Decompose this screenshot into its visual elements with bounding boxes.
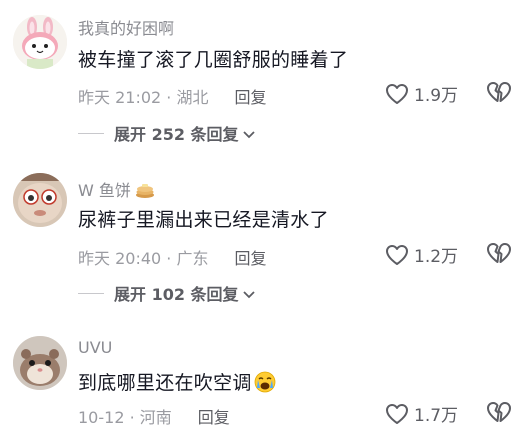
- divider-line: [78, 132, 104, 134]
- user-avatar[interactable]: [13, 336, 67, 390]
- comment-username[interactable]: 我真的好困啊: [78, 15, 174, 39]
- comment-text-body: 到底哪里还在吹空调: [78, 372, 252, 394]
- broken-heart-icon: [487, 402, 511, 422]
- comment-item: UVU 到底哪里还在吹空调 10-12 · 河南 回复 1.7万: [0, 323, 532, 432]
- comment-item: W 鱼饼 尿裤子里漏出来已经是清水了 昨天 20:40 · 广东 回复 1.2万 …: [0, 160, 532, 310]
- pancake-emoji: [135, 181, 155, 203]
- dislike-button[interactable]: [486, 81, 512, 103]
- like-count: 1.2万: [414, 247, 459, 267]
- hamster-avatar: [13, 336, 67, 390]
- user-avatar[interactable]: [13, 15, 67, 69]
- like-button[interactable]: 1.2万: [385, 242, 458, 267]
- comment-username[interactable]: UVU: [78, 338, 112, 357]
- comment-time-location: 昨天 21:02 · 湖北: [78, 88, 209, 107]
- like-button[interactable]: 1.7万: [385, 401, 458, 426]
- heart-outline-icon: [386, 244, 408, 265]
- broken-heart-icon: [487, 243, 511, 263]
- rabbit-avatar: [13, 15, 67, 69]
- expand-replies-label: 展开 252 条回复: [114, 125, 239, 144]
- comment-text: 被车撞了滚了几圈舒服的睡着了: [78, 49, 349, 71]
- like-button[interactable]: 1.9万: [385, 81, 458, 106]
- user-avatar[interactable]: [13, 173, 67, 227]
- reply-button[interactable]: 回复: [234, 249, 266, 268]
- dislike-button[interactable]: [486, 401, 512, 423]
- chevron-down-icon: [242, 124, 255, 143]
- reply-button[interactable]: 回复: [198, 408, 230, 427]
- comment-item: 我真的好困啊 被车撞了滚了几圈舒服的睡着了 昨天 21:02 · 湖北 回复 1.…: [0, 0, 532, 150]
- cartoon-face-avatar: [13, 173, 67, 227]
- heart-outline-icon: [386, 83, 408, 104]
- expand-replies-button[interactable]: 展开 102 条回复: [78, 281, 255, 305]
- broken-heart-icon: [487, 82, 511, 102]
- comment-time-location: 10-12 · 河南: [78, 408, 172, 427]
- expand-replies-button[interactable]: 展开 252 条回复: [78, 121, 255, 145]
- comment-username-text: W 鱼饼: [78, 181, 131, 200]
- like-count: 1.9万: [414, 86, 459, 106]
- reply-button[interactable]: 回复: [234, 88, 266, 107]
- expand-replies-label: 展开 102 条回复: [114, 285, 239, 304]
- comment-meta: 昨天 20:40 · 广东 回复: [78, 245, 266, 269]
- comment-time-location: 昨天 20:40 · 广东: [78, 249, 209, 268]
- comment-meta: 昨天 21:02 · 湖北 回复: [78, 84, 266, 108]
- comment-text: 尿裤子里漏出来已经是清水了: [78, 209, 329, 231]
- comment-username[interactable]: W 鱼饼: [78, 177, 155, 203]
- like-count: 1.7万: [414, 406, 459, 426]
- chevron-down-icon: [242, 284, 255, 303]
- comment-meta: 10-12 · 河南 回复: [78, 404, 230, 428]
- divider-line: [78, 292, 104, 294]
- comment-text: 到底哪里还在吹空调: [78, 368, 276, 398]
- heart-outline-icon: [386, 403, 408, 424]
- dislike-button[interactable]: [486, 242, 512, 264]
- crying-face-emoji: [254, 371, 276, 398]
